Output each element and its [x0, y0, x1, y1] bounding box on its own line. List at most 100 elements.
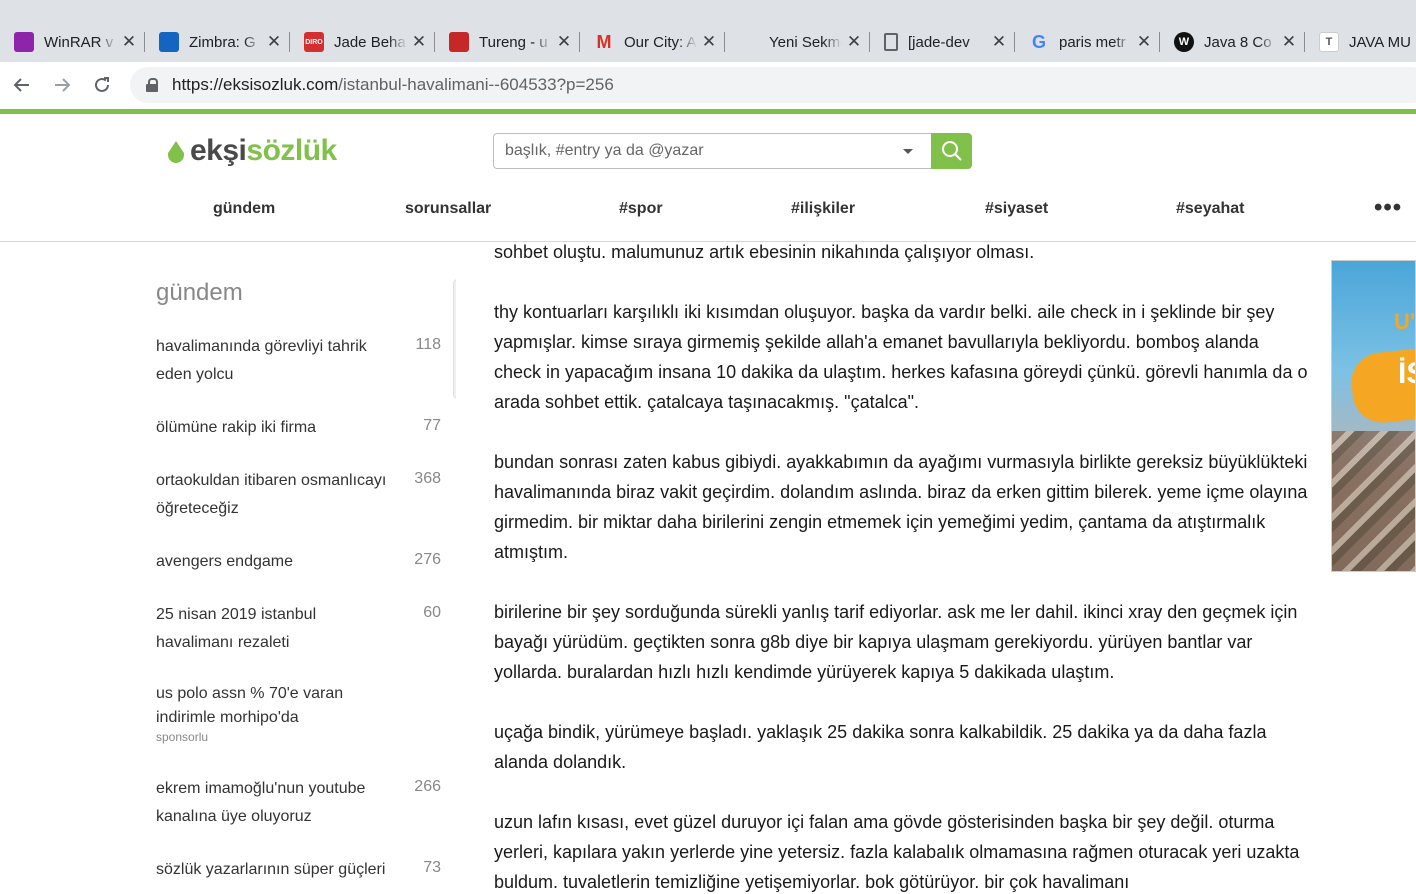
close-tab-icon[interactable]: ✕	[1281, 32, 1297, 52]
blank-favicon-icon	[739, 32, 759, 52]
ad-banner[interactable]: U' İS	[1331, 260, 1416, 572]
search-box	[493, 133, 932, 169]
gmail-icon: M	[596, 31, 612, 52]
ad-text-2: İS	[1398, 357, 1415, 390]
tab-title: Zimbra: G	[189, 33, 256, 51]
diro-icon: DIRO	[304, 32, 324, 52]
topic-title: havalimanında görevliyi tahrik eden yolc…	[156, 338, 367, 383]
caret-down-icon[interactable]	[903, 149, 913, 154]
tab-title: WinRAR v	[44, 33, 114, 51]
close-tab-icon[interactable]: ✕	[266, 32, 282, 52]
address-bar: https://eksisozluk.com/istanbul-havalima…	[0, 62, 1416, 109]
entry-content: sohbet oluştu. malumunuz artık ebesinin …	[494, 243, 1309, 894]
topic-title: ortaokuldan itibaren osmanlıcayı öğretec…	[156, 472, 387, 517]
close-tab-icon[interactable]: ✕	[556, 32, 572, 52]
browser-tab[interactable]: T JAVA MU	[1305, 22, 1416, 62]
search-icon	[941, 141, 962, 161]
window-titlebar	[0, 0, 1416, 22]
browser-tab[interactable]: W Java 8 Co ✕	[1160, 22, 1305, 62]
sidebar-topic-item[interactable]: 25 nisan 2019 istanbul havalimanı rezale…	[156, 601, 441, 657]
lock-icon	[146, 78, 158, 92]
tab-title: [jade-dev	[908, 33, 970, 51]
sidebar-scrollbar[interactable]	[453, 279, 456, 399]
browser-tab[interactable]: Zimbra: G ✕	[145, 22, 290, 62]
close-tab-icon[interactable]: ✕	[121, 32, 137, 52]
tab-strip: WinRAR v ✕ Zimbra: G ✕ DIRO Jade Beha ✕ Tureng …	[0, 22, 1416, 62]
entry-count: 368	[414, 470, 441, 487]
ad-image	[1332, 431, 1415, 571]
zimbra-icon	[159, 32, 179, 52]
topic-title: sözlük yazarlarının süper güçleri	[156, 861, 386, 878]
w-icon: W	[1174, 32, 1194, 52]
entry-paragraph: thy kontuarları karşılıklı iki kısımdan …	[494, 302, 1308, 412]
tab-title: JAVA MU	[1349, 33, 1411, 51]
site-header: ekşi sözlük gündem sorunsallar #spor #ilişk…	[0, 114, 1416, 242]
tab-title: Jade Beha	[334, 33, 406, 51]
url-text: https://eksisozluk.com/istanbul-havalima…	[172, 75, 614, 95]
browser-tab[interactable]: M Our City: A ✕	[580, 22, 725, 62]
more-menu-icon[interactable]: •••	[1374, 194, 1402, 222]
entry-paragraph: uçağa bindik, yürümeye başladı. yaklaşık…	[494, 722, 1267, 772]
entry-count: 60	[423, 604, 441, 621]
logo-text-sozluk: sözlük	[246, 134, 337, 167]
entry-count: 77	[423, 417, 441, 434]
topic-nav-item[interactable]: #ilişkiler	[791, 200, 855, 218]
tab-title: Yeni Sekme	[769, 33, 842, 51]
back-arrow-icon	[13, 78, 29, 92]
tab-title: paris metr	[1059, 33, 1126, 51]
sponsored-label: sponsorlu	[156, 730, 209, 744]
close-tab-icon[interactable]: ✕	[846, 32, 862, 52]
browser-tab[interactable]: [jade-dev ✕	[870, 22, 1015, 62]
sidebar-topic-item[interactable]: ekrem imamoğlu'nun youtube kanalına üye …	[156, 775, 441, 831]
tab-title: Tureng - u	[479, 33, 548, 51]
sidebar-topic-item[interactable]: havalimanında görevliyi tahrik eden yolc…	[156, 333, 441, 389]
tab-title: Our City: A	[624, 33, 697, 51]
forward-arrow-icon	[55, 78, 71, 92]
browser-tab[interactable]: Gparis metr ✕	[1015, 22, 1160, 62]
tab-title: Java 8 Co	[1204, 33, 1272, 51]
url-path: /istanbul-havalimani--604533?p=256	[338, 75, 614, 94]
browser-tab[interactable]: DIRO Jade Beha ✕	[290, 22, 435, 62]
sidebar-title[interactable]: gündem	[156, 279, 243, 307]
browser-tab[interactable]: Tureng - u ✕	[435, 22, 580, 62]
sidebar-topic-item[interactable]: ortaokuldan itibaren osmanlıcayı öğretec…	[156, 467, 441, 523]
entry-paragraph: birilerine bir şey sorduğunda sürekli ya…	[494, 602, 1298, 682]
tureng-icon	[449, 32, 469, 52]
winrar-icon	[14, 32, 34, 52]
sidebar-topic-item[interactable]: ölümüne rakip iki firma 77	[156, 414, 441, 442]
topic-nav-item[interactable]: gündem	[213, 200, 275, 218]
site-logo[interactable]: ekşi sözlük	[168, 134, 337, 168]
entry-count: 73	[423, 859, 441, 876]
entry-count: 276	[414, 551, 441, 568]
back-button[interactable]	[2, 65, 42, 105]
topic-nav-item[interactable]: #spor	[619, 200, 663, 218]
entry-count: 266	[414, 778, 441, 795]
close-tab-icon[interactable]: ✕	[1136, 32, 1152, 52]
topic-nav-item[interactable]: sorunsallar	[405, 200, 491, 218]
entry-paragraph: bundan sonrası zaten kabus gibiydi. ayak…	[494, 452, 1308, 562]
sidebar-topic-item[interactable]: avengers endgame 276	[156, 548, 441, 576]
document-icon	[884, 33, 898, 51]
sidebar-topic-item[interactable]: us polo assn % 70'e varan indirimle morh…	[156, 682, 441, 744]
topic-nav-item[interactable]: #siyaset	[985, 200, 1048, 218]
url-bar[interactable]: https://eksisozluk.com/istanbul-havalima…	[130, 67, 1416, 103]
reload-button[interactable]	[82, 65, 122, 105]
browser-tab[interactable]: WinRAR v ✕	[0, 22, 145, 62]
search-input[interactable]	[494, 134, 884, 168]
close-tab-icon[interactable]: ✕	[991, 32, 1007, 52]
entry-count: 118	[415, 336, 441, 353]
t-icon: T	[1319, 32, 1339, 52]
ad-text-1: U'	[1394, 309, 1416, 334]
close-tab-icon[interactable]: ✕	[701, 32, 717, 52]
topic-title: avengers endgame	[156, 553, 293, 570]
search-button[interactable]	[931, 133, 972, 169]
url-host: https://eksisozluk.com	[172, 75, 339, 94]
browser-tab[interactable]: Yeni Sekme ✕	[725, 22, 870, 62]
forward-button[interactable]	[42, 65, 82, 105]
entry-paragraph: uzun lafın kısası, evet güzel duruyor iç…	[494, 812, 1300, 892]
reload-icon	[95, 77, 109, 92]
topic-nav-item[interactable]: #seyahat	[1176, 200, 1245, 218]
close-tab-icon[interactable]: ✕	[411, 32, 427, 52]
sidebar-topic-item[interactable]: sözlük yazarlarının süper güçleri 73	[156, 856, 441, 884]
google-icon: G	[1031, 31, 1046, 52]
